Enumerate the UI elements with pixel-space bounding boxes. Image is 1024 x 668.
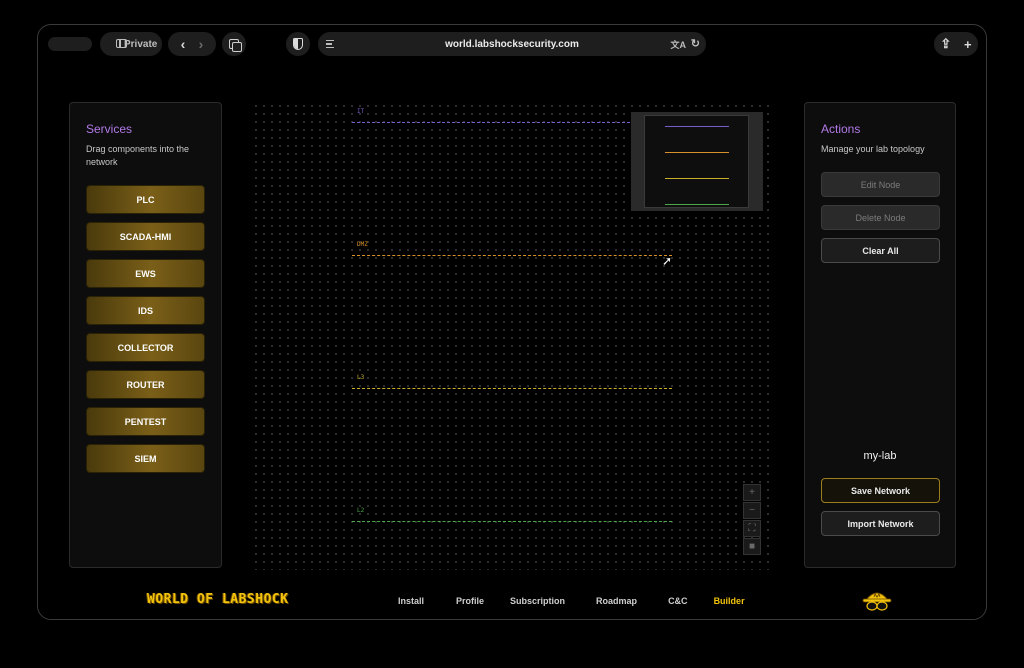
back-icon[interactable]: ‹ [181, 37, 186, 51]
services-panel: Services Drag components into the networ… [69, 102, 222, 568]
browser-window: Private ‹ › world.labshocksecurity.com 文… [37, 24, 987, 620]
mascot-logo-icon[interactable] [860, 588, 894, 614]
sidebar-icon [116, 39, 127, 48]
history-nav: ‹ › [168, 32, 216, 56]
minimap-viewport [644, 115, 749, 208]
nav-link-install[interactable]: Install [398, 596, 424, 606]
network-line-it[interactable] [352, 122, 630, 123]
nav-link-c-c[interactable]: C&C [668, 596, 688, 606]
minimap-line-l3 [665, 178, 729, 179]
service-plc-button[interactable]: PLC [86, 185, 205, 214]
service-ews-button[interactable]: EWS [86, 259, 205, 288]
lab-name: my-lab [863, 450, 897, 462]
shield-icon [293, 38, 303, 50]
service-list: PLC SCADA-HMI EWS IDS COLLECTOR ROUTER PENTEST… [86, 185, 205, 481]
translate-icon[interactable]: 文A [671, 38, 687, 51]
share-icon[interactable]: ⇪ [940, 36, 951, 52]
service-pentest-button[interactable]: PENTEST [86, 407, 205, 436]
network-line-dmz[interactable] [352, 255, 672, 256]
services-subtitle: Drag components into the network [86, 144, 190, 167]
sidebar-toggle-button[interactable] [48, 37, 92, 51]
reload-icon[interactable]: ↻ [691, 37, 700, 50]
nav-link-roadmap[interactable]: Roadmap [596, 596, 637, 606]
zoom-controls: + − ⛶ ■ [743, 484, 761, 556]
network-line-l3[interactable] [352, 388, 672, 389]
zoom-in-button[interactable]: + [743, 484, 761, 501]
minimap[interactable] [631, 112, 763, 211]
delete-node-button[interactable]: Delete Node [821, 205, 940, 230]
new-tab-icon[interactable]: + [964, 37, 972, 52]
privacy-report-button[interactable] [286, 32, 310, 56]
nav-link-subscription[interactable]: Subscription [510, 596, 565, 606]
private-label: Private [124, 38, 158, 50]
mouse-cursor: ➚ [662, 254, 673, 268]
footer-nav: Install Profile Subscription Roadmap C&C Buil… [398, 596, 745, 606]
import-network-button[interactable]: Import Network [821, 511, 940, 536]
minimap-line-l2 [665, 204, 729, 205]
network-canvas[interactable]: IT DMZ L3 L2 ➚ + − ⛶ ■ [252, 102, 772, 570]
nav-link-builder[interactable]: Builder [714, 596, 745, 606]
brand-logo[interactable]: WORLD OF LABSHOCK [147, 592, 289, 607]
address-bar[interactable]: world.labshocksecurity.com 文A ↻ [318, 32, 706, 56]
actions-subtitle: Manage your lab topology [821, 144, 925, 154]
service-ids-button[interactable]: IDS [86, 296, 205, 325]
service-scada-hmi-button[interactable]: SCADA-HMI [86, 222, 205, 251]
minimap-line-dmz [665, 152, 729, 153]
network-line-l2[interactable] [352, 521, 672, 522]
fit-view-button[interactable]: ⛶ [743, 520, 761, 537]
clear-all-button[interactable]: Clear All [821, 238, 940, 263]
actions-title: Actions [821, 122, 861, 136]
network-label-dmz: DMZ [357, 241, 368, 248]
browser-toolbar: Private ‹ › world.labshocksecurity.com 文… [38, 25, 986, 63]
minimap-line-it [665, 126, 729, 127]
service-router-button[interactable]: ROUTER [86, 370, 205, 399]
url-text: world.labshocksecurity.com [445, 38, 579, 50]
services-title: Services [86, 122, 133, 136]
save-network-button[interactable]: Save Network [821, 478, 940, 503]
service-collector-button[interactable]: COLLECTOR [86, 333, 205, 362]
network-label-l2: L2 [357, 507, 365, 514]
toolbar-right-actions: ⇪ + [934, 32, 978, 56]
page-menu-icon[interactable] [326, 40, 334, 48]
edit-node-button[interactable]: Edit Node [821, 172, 940, 197]
lock-button[interactable]: ■ [743, 538, 761, 555]
network-label-l3: L3 [357, 374, 365, 381]
forward-icon[interactable]: › [199, 37, 204, 51]
actions-panel: Actions Manage your lab topology Edit No… [804, 102, 956, 568]
nav-link-profile[interactable]: Profile [456, 596, 484, 606]
private-tab-button[interactable]: Private [100, 32, 162, 56]
network-label-it: IT [357, 108, 365, 115]
zoom-out-button[interactable]: − [743, 502, 761, 519]
tabs-icon [229, 39, 242, 52]
site-footer: WORLD OF LABSHOCK Install Profile Subscrip… [38, 588, 986, 616]
tab-overview-button[interactable] [222, 32, 246, 56]
service-siem-button[interactable]: SIEM [86, 444, 205, 473]
